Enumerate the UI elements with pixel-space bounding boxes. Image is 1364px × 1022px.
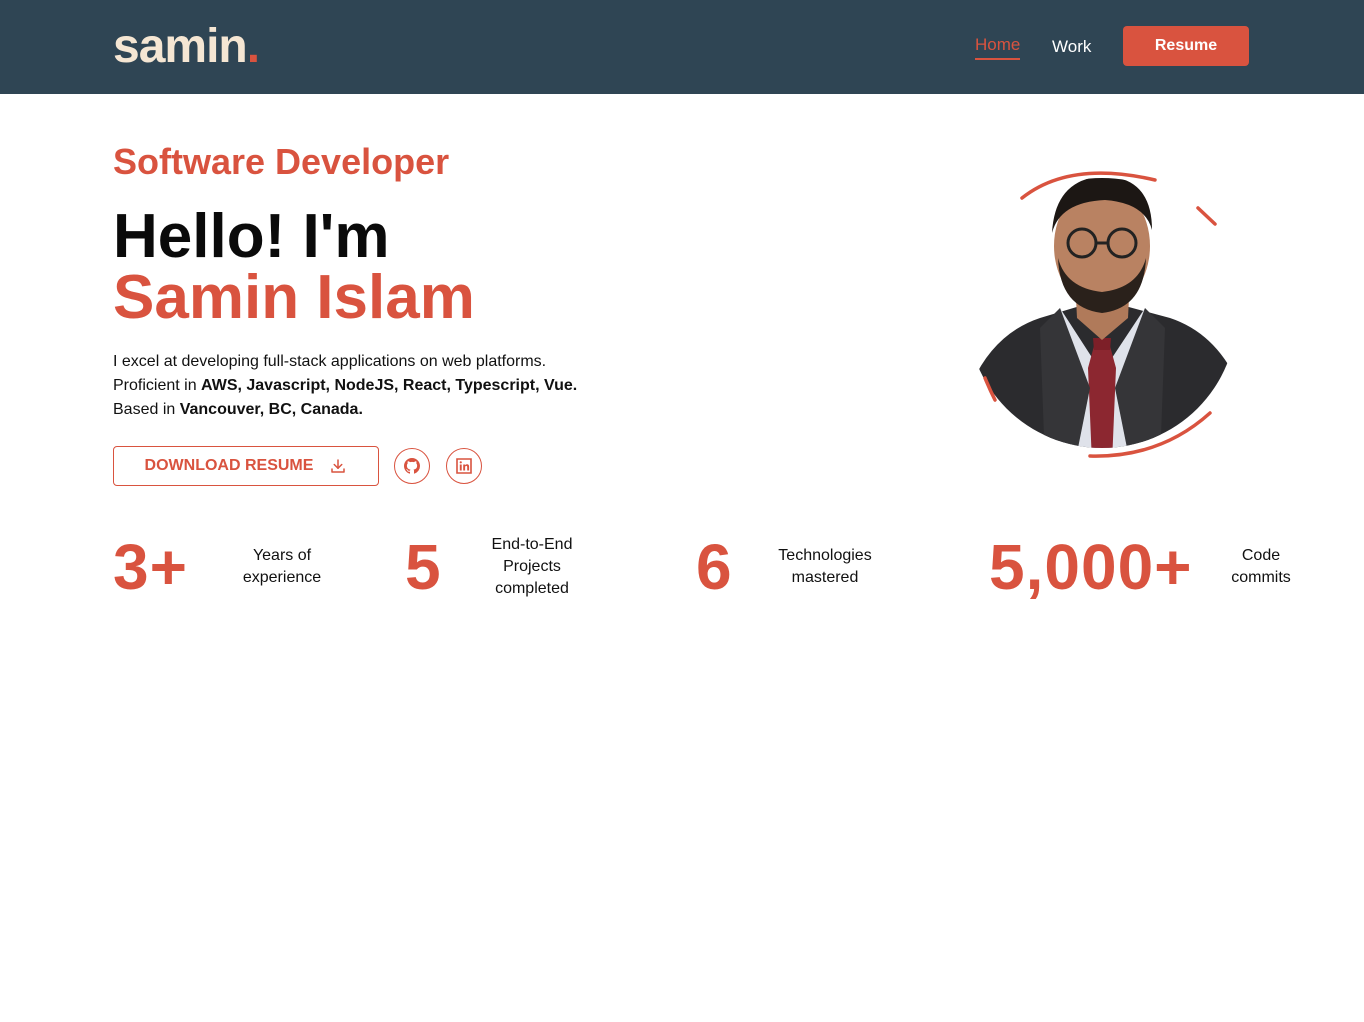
bio-line-1: I excel at developing full-stack applica… — [113, 353, 547, 370]
stat-label: End-to-End Projects completed — [477, 534, 587, 600]
bio-line-3: Based in Vancouver, BC, Canada. — [113, 398, 577, 422]
stat-value: 5,000+ — [989, 531, 1193, 603]
stat-value: 6 — [696, 531, 733, 603]
stat-label-line: experience — [242, 569, 322, 586]
bio-line-2: Proficient in AWS, Javascript, NodeJS, R… — [113, 374, 577, 398]
download-resume-button[interactable]: DOWNLOAD RESUME — [113, 446, 379, 486]
linkedin-link[interactable] — [446, 448, 482, 484]
download-icon — [331, 459, 346, 473]
nav-work-link[interactable]: Work — [1052, 36, 1091, 58]
stat-label-line: End-to-End — [491, 536, 573, 553]
stat-label-line: completed — [495, 580, 569, 597]
stat-label-line: Years of — [252, 547, 312, 564]
profile-portrait — [967, 171, 1237, 458]
logo-text: samin — [113, 20, 248, 73]
bio: I excel at developing full-stack applica… — [113, 350, 577, 422]
stat-label: Code commits — [1222, 545, 1300, 589]
stat-label: Technologies mastered — [765, 545, 885, 589]
stat-label-line: Projects — [503, 558, 561, 575]
stat-value: 5 — [405, 531, 442, 603]
stat-label-line: commits — [1231, 569, 1291, 586]
stat-label-line: Code — [1241, 547, 1281, 564]
bio-location: Vancouver, BC, Canada. — [179, 401, 363, 418]
logo-dot: . — [246, 20, 260, 73]
github-link[interactable] — [394, 448, 430, 484]
resume-button[interactable]: Resume — [1123, 26, 1249, 66]
role-title: Software Developer — [113, 141, 450, 182]
stat-value: 3+ — [113, 531, 188, 603]
logo[interactable]: samin. — [113, 20, 260, 74]
stat-label: Years of experience — [232, 545, 332, 589]
nav-home-link[interactable]: Home — [975, 34, 1021, 60]
greeting-heading: Hello! I'm — [113, 202, 390, 271]
github-icon — [404, 458, 420, 474]
bio-line-3-prefix: Based in — [113, 401, 180, 418]
bio-skills: AWS, Javascript, NodeJS, React, Typescri… — [201, 377, 578, 394]
linkedin-icon — [456, 458, 472, 474]
download-resume-label: DOWNLOAD RESUME — [144, 457, 314, 474]
bio-line-2-prefix: Proficient in — [113, 377, 202, 394]
site-header: samin. Home Work Resume — [0, 0, 1364, 94]
stat-label-line: Technologies — [778, 547, 872, 564]
stat-label-line: mastered — [791, 569, 859, 586]
name-heading: Samin Islam — [113, 263, 475, 332]
